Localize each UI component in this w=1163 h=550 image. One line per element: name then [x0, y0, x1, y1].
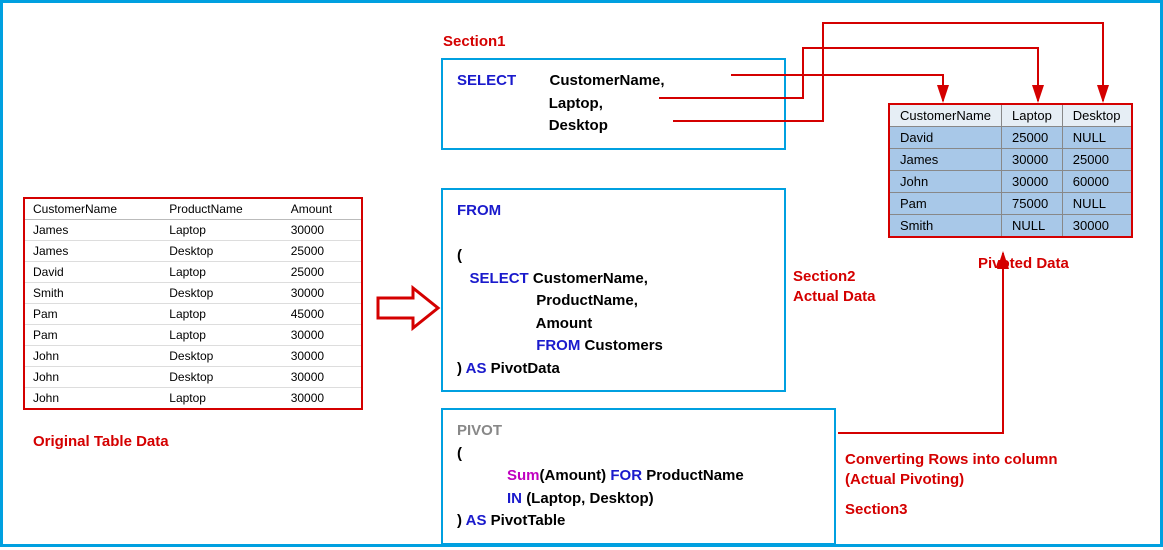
table-row: JohnDesktop30000	[24, 367, 362, 388]
header-productname: ProductName	[161, 198, 282, 220]
table-row: John3000060000	[889, 171, 1132, 193]
sql-col-desktop: Desktop	[549, 117, 608, 134]
header-amount: Amount	[283, 198, 362, 220]
keyword-in: IN	[507, 490, 522, 507]
sql-from-box: FROM ( SELECT CustomerName, ProductName,…	[441, 188, 786, 392]
arrow-icon	[373, 283, 443, 333]
table-row: PamLaptop30000	[24, 325, 362, 346]
sql-col-customername: CustomerName	[550, 72, 661, 89]
paren-close: )	[457, 360, 462, 377]
table-row: DavidLaptop25000	[24, 262, 362, 283]
keyword-from-inner: FROM	[536, 337, 580, 354]
header-desktop: Desktop	[1062, 104, 1131, 127]
sql-select-box: SELECT CustomerName, Laptop, Desktop	[441, 58, 786, 150]
keyword-sum: Sum	[507, 467, 540, 484]
keyword-for: FOR	[610, 467, 642, 484]
table-row: JohnDesktop30000	[24, 346, 362, 367]
table-row: JamesDesktop25000	[24, 241, 362, 262]
table-row: SmithNULL30000	[889, 215, 1132, 238]
sql-inner-col1: CustomerName	[533, 270, 644, 287]
keyword-from: FROM	[457, 202, 501, 219]
sql-pivot-box: PIVOT ( Sum(Amount) FOR ProductName IN (…	[441, 408, 836, 545]
table-row: PamLaptop45000	[24, 304, 362, 325]
header-customername: CustomerName	[889, 104, 1002, 127]
sql-inner-table: Customers	[585, 337, 663, 354]
header-laptop: Laptop	[1002, 104, 1063, 127]
sql-alias-pivotdata: PivotData	[491, 360, 560, 377]
table-row: JamesLaptop30000	[24, 220, 362, 241]
paren-close-pivot: )	[457, 512, 462, 529]
keyword-as: AS	[466, 360, 487, 377]
section1-label: Section1	[443, 33, 506, 50]
table-row: Pam75000NULL	[889, 193, 1132, 215]
table-header-row: CustomerName Laptop Desktop	[889, 104, 1132, 127]
header-customername: CustomerName	[24, 198, 161, 220]
keyword-pivot: PIVOT	[457, 422, 502, 439]
for-col: ProductName	[646, 467, 744, 484]
table-row: James3000025000	[889, 149, 1132, 171]
sql-col-laptop: Laptop	[549, 95, 599, 112]
original-data-table: CustomerName ProductName Amount JamesLap…	[23, 197, 363, 410]
sum-arg: (Amount)	[540, 467, 607, 484]
table-row: JohnLaptop30000	[24, 388, 362, 410]
in-list: (Laptop, Desktop)	[526, 490, 654, 507]
keyword-as-pivot: AS	[466, 512, 487, 529]
table-header-row: CustomerName ProductName Amount	[24, 198, 362, 220]
table-row: SmithDesktop30000	[24, 283, 362, 304]
diagram-canvas: CustomerName ProductName Amount JamesLap…	[0, 0, 1163, 547]
section3-label-c: Section3	[845, 501, 908, 518]
section2-label: Section2	[793, 268, 856, 285]
keyword-select-inner: SELECT	[470, 270, 529, 287]
paren-open-pivot: (	[457, 445, 462, 462]
section3-label-b: (Actual Pivoting)	[845, 471, 964, 488]
original-table-label: Original Table Data	[33, 433, 169, 450]
sql-alias-pivottable: PivotTable	[491, 512, 566, 529]
section2-sublabel: Actual Data	[793, 288, 876, 305]
pivoted-data-table: CustomerName Laptop Desktop David25000NU…	[888, 103, 1133, 238]
sql-inner-col2: ProductName	[536, 292, 634, 309]
table-row: David25000NULL	[889, 127, 1132, 149]
section3-label-a: Converting Rows into column	[845, 451, 1058, 468]
keyword-select: SELECT	[457, 72, 516, 89]
paren-open: (	[457, 247, 462, 264]
sql-inner-col3: Amount	[536, 315, 593, 332]
pivoted-data-label: Pivoted Data	[978, 255, 1069, 272]
